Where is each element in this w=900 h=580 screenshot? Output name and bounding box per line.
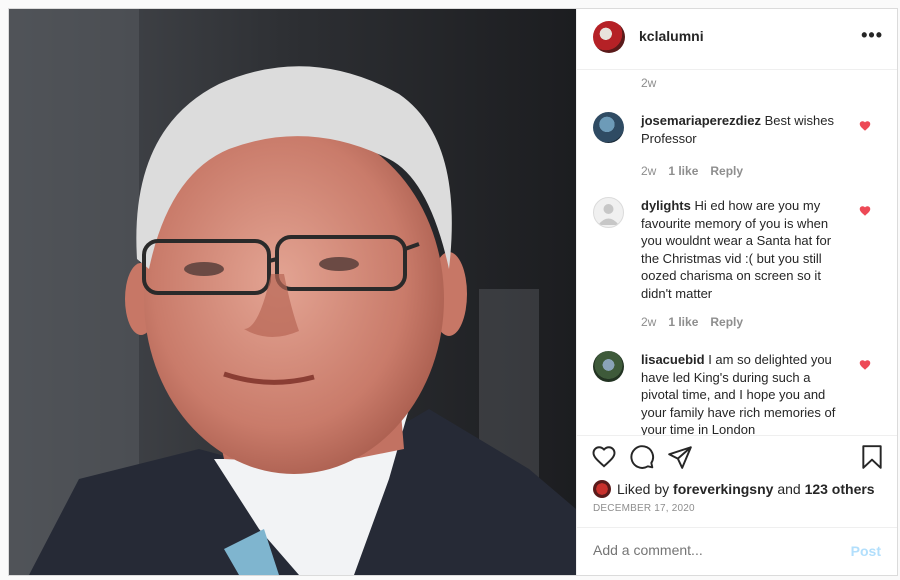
heart-icon[interactable] — [859, 205, 871, 217]
comment-item: josemariaperezdiez Best wishes Professor… — [577, 112, 897, 182]
post-actions — [577, 435, 897, 480]
heart-icon[interactable] — [859, 359, 871, 371]
post-modal: kclalumni ••• 2w josemariaperezdiez Best… — [8, 8, 898, 576]
heart-icon[interactable] — [859, 120, 871, 132]
portrait-image — [9, 9, 576, 575]
liker-username[interactable]: foreverkingsny — [673, 481, 773, 497]
default-avatar-icon — [598, 204, 619, 225]
comments-list[interactable]: 2w josemariaperezdiez Best wishes Profes… — [577, 70, 897, 435]
comment-item: lisacuebid I am so delighted you have le… — [577, 351, 897, 435]
commenter-username[interactable]: dylights — [641, 198, 691, 213]
comment-time: 2w — [641, 76, 657, 90]
like-heart-icon[interactable] — [591, 444, 617, 470]
post-photo[interactable] — [9, 9, 576, 575]
comment-time: 2w — [641, 315, 657, 329]
commenter-avatar[interactable] — [593, 112, 624, 143]
share-icon[interactable] — [667, 444, 693, 470]
account-username[interactable]: kclalumni — [639, 28, 704, 44]
post-header: kclalumni ••• — [577, 9, 897, 70]
post-date: DECEMBER 17, 2020 — [593, 503, 695, 514]
more-horizontal-icon[interactable]: ••• — [861, 25, 883, 46]
post-side-panel: kclalumni ••• 2w josemariaperezdiez Best… — [576, 9, 897, 575]
post-comment-button[interactable]: Post — [851, 543, 881, 559]
comment-item: dylights Hi ed how are you my favourite … — [577, 197, 897, 337]
comment-like-count[interactable]: 1 like — [668, 164, 698, 178]
likes-joiner: and — [777, 481, 801, 497]
comment-meta: 2w 1 like Reply — [641, 164, 755, 178]
likes-others-link[interactable]: 123 others — [805, 481, 875, 497]
add-comment-bar: Post — [577, 527, 897, 576]
reply-button[interactable]: Reply — [710, 315, 743, 329]
liker-avatar[interactable] — [593, 480, 611, 498]
account-avatar[interactable] — [593, 21, 625, 53]
comment-like-count[interactable]: 1 like — [668, 315, 698, 329]
reply-button[interactable]: Reply — [710, 164, 743, 178]
comment-time: 2w — [641, 164, 657, 178]
commenter-username[interactable]: josemariaperezdiez — [641, 113, 761, 128]
comment-body: Hi ed how are you my favourite memory of… — [641, 198, 832, 301]
comment-meta: 2w 1 like Reply — [641, 315, 755, 329]
comment-icon[interactable] — [629, 444, 655, 470]
add-comment-input[interactable] — [593, 542, 833, 558]
commenter-avatar[interactable] — [593, 351, 624, 382]
comment-text: josemariaperezdiez Best wishes Professor — [641, 112, 841, 147]
commenter-avatar[interactable] — [593, 197, 624, 228]
comment-text: dylights Hi ed how are you my favourite … — [641, 197, 841, 302]
comment-text: lisacuebid I am so delighted you have le… — [641, 351, 841, 435]
likes-prefix: Liked by — [617, 481, 670, 497]
bookmark-icon[interactable] — [859, 444, 885, 470]
commenter-username[interactable]: lisacuebid — [641, 352, 705, 367]
